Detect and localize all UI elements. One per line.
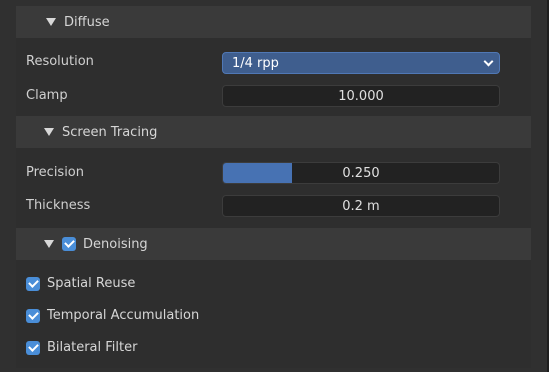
checkbox-checked-icon[interactable] [26,308,40,323]
resolution-label: Resolution [26,54,94,69]
bilateral-filter-checkbox[interactable]: Bilateral Filter [26,340,137,355]
expand-triangle-icon[interactable] [44,128,54,136]
chevron-down-icon [483,56,494,67]
denoising-header[interactable]: Denoising [16,228,531,260]
precision-value: 0.250 [342,165,380,181]
diffuse-header[interactable]: Diffuse [16,6,531,38]
temporal-accumulation-checkbox[interactable]: Temporal Accumulation [26,308,199,323]
precision-slider[interactable]: 0.250 [222,162,500,184]
expand-triangle-icon[interactable] [46,18,56,26]
clamp-field[interactable]: 10.000 [222,85,500,107]
screen-tracing-title: Screen Tracing [62,124,158,140]
thickness-label: Thickness [26,198,91,213]
resolution-value: 1/4 rpp [232,55,279,71]
properties-panel: Diffuse Resolution 1/4 rpp Clamp 10.000 … [0,0,549,372]
expand-triangle-icon[interactable] [44,240,54,248]
checkbox-checked-icon[interactable] [26,340,40,355]
checkbox-checked-icon[interactable] [26,276,40,291]
thickness-value: 0.2 m [342,198,380,214]
screen-tracing-header[interactable]: Screen Tracing [16,116,531,148]
clamp-value: 10.000 [338,88,384,104]
denoising-title: Denoising [83,236,148,252]
denoising-checkbox-icon[interactable] [62,237,76,251]
spatial-reuse-label: Spatial Reuse [47,276,136,291]
thickness-field[interactable]: 0.2 m [222,195,500,217]
temporal-accumulation-label: Temporal Accumulation [47,308,200,323]
spatial-reuse-checkbox[interactable]: Spatial Reuse [26,276,135,291]
bilateral-filter-label: Bilateral Filter [47,340,138,355]
diffuse-title: Diffuse [64,14,110,30]
precision-label: Precision [26,165,85,180]
clamp-label: Clamp [26,88,68,103]
precision-slider-fill [223,163,292,183]
resolution-dropdown[interactable]: 1/4 rpp [222,52,500,74]
